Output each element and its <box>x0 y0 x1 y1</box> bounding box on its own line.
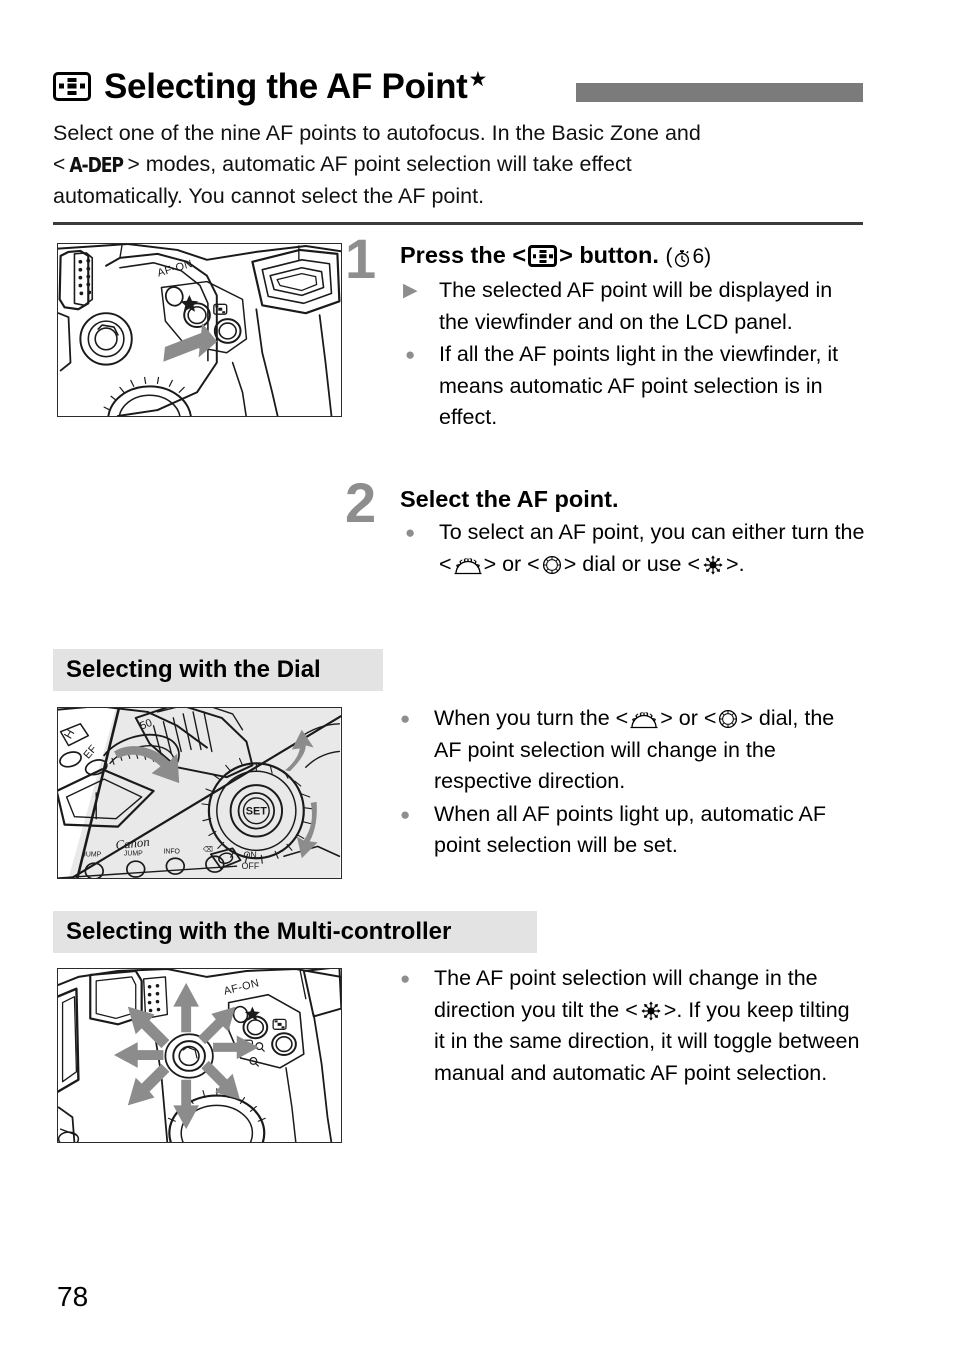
power-on-label: ON <box>243 850 256 860</box>
af-point-selection-icon <box>528 245 558 267</box>
step-1-heading: Press the < > button. (6) <box>400 240 865 272</box>
quick-control-dial-icon <box>719 709 738 729</box>
list-item: ● The AF point selection will change in … <box>395 963 865 1089</box>
angle-close: > <box>127 153 140 176</box>
dial-bullets: ● When you turn the < > or < > dial, the… <box>395 703 865 862</box>
quick-control-dial-icon <box>542 555 561 574</box>
bullet-text: The selected AF point will be displayed … <box>439 278 833 334</box>
svg-text:INFO: INFO <box>163 848 180 855</box>
bullet-text: If all the AF points light in the viewfi… <box>439 342 839 429</box>
illustration-multi-controller: AF-ON <box>57 968 342 1143</box>
bullet-text-part: > or < <box>660 706 717 730</box>
step-1-heading-suffix: > button. <box>559 242 659 268</box>
section-header-multi-controller: Selecting with the Multi-controller <box>53 911 537 953</box>
af-on-label: AF-ON <box>223 977 261 997</box>
list-item: ● When all AF points light up, automatic… <box>395 799 865 862</box>
angle-open: < <box>53 153 66 176</box>
dial-section-text: ● When you turn the < > or < > dial, the… <box>395 700 865 863</box>
title-accent-bar <box>576 83 863 102</box>
intro-line-2: modes, automatic AF point selection will… <box>139 152 632 176</box>
step-2: 2 Select the AF point. ● To select an AF… <box>345 475 865 581</box>
step-2-bullets: ● To select an AF point, you can either … <box>400 517 865 580</box>
illustration-camera-rear-af-point-button: AF-ON <box>57 243 342 417</box>
horizontal-divider <box>53 222 863 225</box>
list-item: ● If all the AF points light in the view… <box>400 339 865 434</box>
section-header-label: Selecting with the Dial <box>66 656 321 683</box>
dot-bullet-icon: ● <box>400 709 411 728</box>
svg-text:JUMP: JUMP <box>82 851 101 858</box>
multi-controller-section-text: ● The AF point selection will change in … <box>395 960 865 1090</box>
multi-controller-icon <box>641 1000 661 1021</box>
dot-bullet-icon: ● <box>400 969 411 988</box>
set-button-label: SET <box>246 806 267 818</box>
bullet-text-part: When you turn the < <box>434 706 629 730</box>
svg-text:⌫: ⌫ <box>203 845 213 853</box>
dot-bullet-icon: ● <box>405 345 416 364</box>
power-off-label: OFF <box>242 861 260 871</box>
step-2-heading: Select the AF point. <box>400 486 619 512</box>
bullet-text: When all AF points light up, automatic A… <box>434 801 826 858</box>
bullet-text-part: >. <box>726 551 745 576</box>
dot-bullet-icon: ● <box>405 523 416 542</box>
star-icon: ★ <box>468 67 488 91</box>
a-dep-mode-icon: A-DEP <box>69 153 125 177</box>
multi-controller-bullets: ● The AF point selection will change in … <box>395 963 865 1089</box>
multi-controller-icon <box>703 554 723 575</box>
triangle-bullet-icon: ▶ <box>403 280 418 301</box>
illustration-camera-dials: 50 EF H Canon JUMP JUMP INFO ⌫ SET ON OF… <box>57 707 342 879</box>
svg-text:JUMP: JUMP <box>124 850 143 857</box>
list-item: ● To select an AF point, you can either … <box>400 517 865 580</box>
section-header-dial: Selecting with the Dial <box>53 649 383 691</box>
step-1-bullets: ▶ The selected AF point will be displaye… <box>400 275 865 434</box>
stopwatch-icon <box>675 250 690 268</box>
dot-bullet-icon: ● <box>400 804 411 824</box>
main-dial-icon <box>630 712 658 729</box>
step-1-heading-prefix: Press the < <box>400 242 527 268</box>
af-point-selection-icon <box>53 71 91 101</box>
bullet-text-part: > dial or use < <box>563 551 701 576</box>
main-dial-icon <box>454 557 482 574</box>
intro-line-1: Select one of the nine AF points to auto… <box>53 121 701 145</box>
list-item: ▶ The selected AF point will be displaye… <box>400 275 865 338</box>
list-item: ● When you turn the < > or < > dial, the… <box>395 703 865 798</box>
page-number: 78 <box>57 1281 89 1312</box>
intro-paragraph: Select one of the nine AF points to auto… <box>53 118 863 212</box>
intro-line-3: automatically. You cannot select the AF … <box>53 184 485 208</box>
page-title: Selecting the AF Point★ <box>104 66 488 106</box>
bullet-text-part: > or < <box>483 551 540 576</box>
step-2-number: 2 <box>345 471 377 534</box>
step-1-number: 1 <box>345 227 377 290</box>
section-header-label: Selecting with the Multi-controller <box>66 918 452 945</box>
step-1: 1 Press the < > button. (6) ▶ The selecte… <box>345 231 865 435</box>
step-1-note: (6) <box>665 245 712 268</box>
manual-page: Selecting the AF Point★ Select one of th… <box>0 0 954 1345</box>
